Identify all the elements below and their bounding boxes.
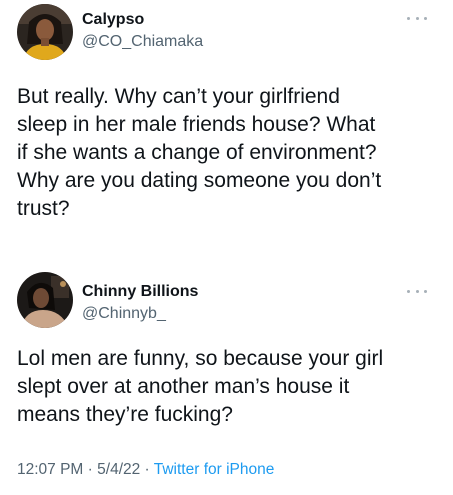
- more-options-icon[interactable]: [407, 13, 427, 23]
- avatar[interactable]: [17, 272, 73, 328]
- author-handle[interactable]: @Chinnyb_: [82, 304, 166, 324]
- tweet-meta: 12:07 PM · 5/4/22 · Twitter for iPhone: [17, 460, 274, 480]
- tweet-text: But really. Why can’t your girlfriend sl…: [17, 85, 382, 220]
- tweet-source-link[interactable]: Twitter for iPhone: [154, 461, 275, 478]
- tweet-date[interactable]: 5/4/22: [97, 461, 140, 478]
- tweet-time[interactable]: 12:07 PM: [17, 461, 83, 478]
- more-options-icon[interactable]: [407, 286, 427, 296]
- author-name[interactable]: Chinny Billions: [82, 282, 198, 302]
- profile-photo-avatar-icon: [17, 272, 73, 328]
- meta-separator: ·: [83, 461, 98, 478]
- author-name[interactable]: Calypso: [82, 10, 144, 30]
- avatar[interactable]: [17, 4, 73, 60]
- meta-separator: ·: [140, 461, 154, 478]
- tweet-text: Lol men are funny, so because your girl …: [17, 347, 384, 426]
- profile-photo-avatar-icon: [17, 4, 73, 60]
- author-handle[interactable]: @CO_Chiamaka: [82, 32, 203, 52]
